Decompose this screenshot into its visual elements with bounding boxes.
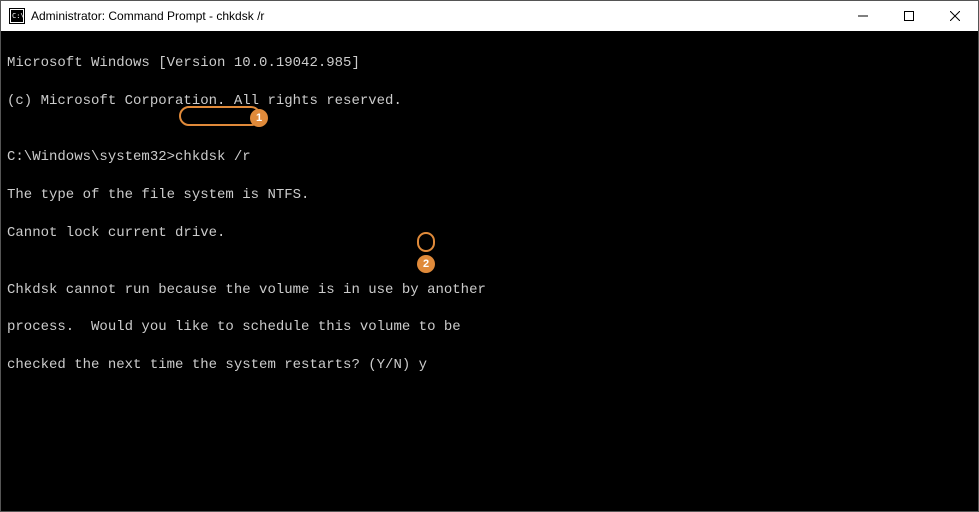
window-title: Administrator: Command Prompt - chkdsk /… <box>31 9 840 23</box>
prompt-question: checked the next time the system restart… <box>7 357 419 373</box>
terminal-prompt-line: C:\Windows\system32>chkdsk /r <box>7 148 972 167</box>
user-response: y <box>419 357 427 373</box>
terminal-output: Chkdsk cannot run because the volume is … <box>7 281 972 300</box>
terminal-output: Cannot lock current drive. <box>7 224 972 243</box>
close-button[interactable] <box>932 1 978 31</box>
maximize-button[interactable] <box>886 1 932 31</box>
window-controls <box>840 1 978 31</box>
minimize-button[interactable] <box>840 1 886 31</box>
terminal-output: (c) Microsoft Corporation. All rights re… <box>7 92 972 111</box>
terminal-response-line: checked the next time the system restart… <box>7 356 972 375</box>
terminal-output: Microsoft Windows [Version 10.0.19042.98… <box>7 54 972 73</box>
titlebar[interactable]: C:\ Administrator: Command Prompt - chkd… <box>1 1 978 31</box>
command-text: chkdsk /r <box>175 149 251 165</box>
cmd-icon: C:\ <box>9 8 25 24</box>
prompt-path: C:\Windows\system32> <box>7 149 175 165</box>
annotation-badge-2: 2 <box>417 255 435 273</box>
terminal-area[interactable]: Microsoft Windows [Version 10.0.19042.98… <box>1 31 978 511</box>
cmd-window: C:\ Administrator: Command Prompt - chkd… <box>0 0 979 512</box>
annotation-badge-1: 1 <box>250 109 268 127</box>
terminal-output: The type of the file system is NTFS. <box>7 186 972 205</box>
svg-text:C:\: C:\ <box>12 12 25 20</box>
terminal-output: process. Would you like to schedule this… <box>7 318 972 337</box>
